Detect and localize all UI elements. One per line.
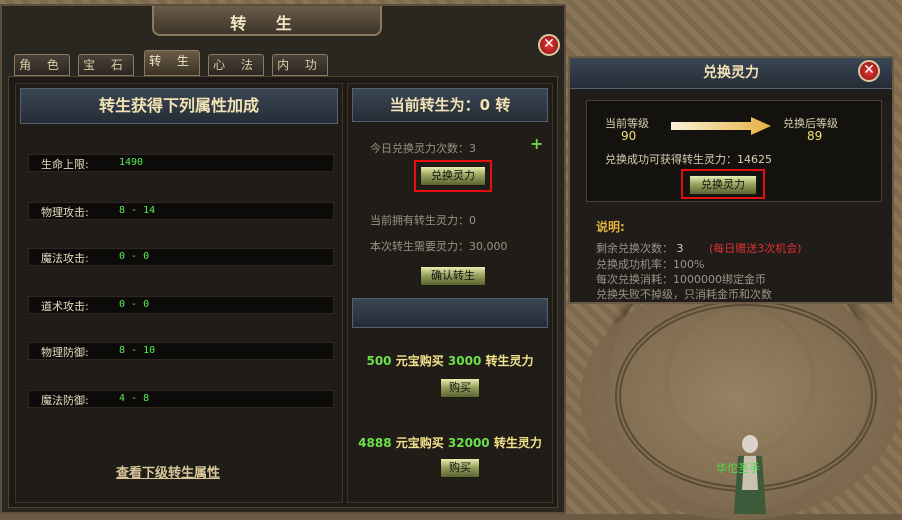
attr-label: 魔法防御: [41,394,89,407]
success-rate-line: 兑换成功机率：100% [596,258,705,271]
add-icon[interactable]: + [530,134,543,153]
tab-inner-skill[interactable]: 内 功 [272,54,328,76]
offer-line-2: 4888 元宝购买 32000 转生灵力 [348,434,552,451]
buy-button-2[interactable]: 购买 [440,458,480,478]
exchange-gain-text: 兑换成功可获得转生灵力：14625 [605,153,772,166]
window-title: 转 生 [230,14,304,33]
offer-text: 转生灵力 [481,354,534,368]
attribute-panel-header: 转生获得下列属性加成 [20,88,338,124]
current-level-value: 90 [621,129,637,143]
content-area: 转生获得下列属性加成 生命上限: 1490 物理攻击: 8 - 14 魔法攻击:… [8,76,558,508]
attr-row-phys-attack: 物理攻击: 8 - 14 [28,202,334,220]
attr-value: 0 - 0 [119,251,150,262]
attr-row-magic-attack: 魔法攻击: 0 - 0 [28,248,334,266]
tab-mind-method[interactable]: 心 法 [208,54,264,76]
dialog-title[interactable]: 兑换灵力 [570,58,892,89]
attr-label: 道术攻击: [41,300,89,313]
rebirth-panel: 当前转生为：0 转 今日兑换灵力次数：3 + 兑换灵力 当前拥有转生灵力：0 本… [347,83,553,503]
tab-rebirth[interactable]: 转 生 [144,50,200,76]
remaining-value: 3 [676,242,684,255]
exchange-power-dialog: 兑换灵力 ✕ 当前等级 90 兑换后等级 89 兑换成功可获得转生灵力：1462… [568,56,894,304]
attr-label: 物理防御: [41,346,89,359]
after-level-value: 89 [807,129,823,143]
window-title-bar[interactable]: 转 生 [152,6,382,36]
yuanbao-amount: 4888 [358,436,392,450]
notes-title: 说明: [596,220,625,234]
dialog-exchange-button[interactable]: 兑换灵力 [689,175,757,195]
daily-exchange-count: 今日兑换灵力次数：3 [370,142,476,155]
attr-row-hp: 生命上限: 1490 [28,154,334,172]
remaining-label: 剩余兑换次数： [596,242,673,255]
offer-line-1: 500 元宝购买 3000 转生灵力 [348,352,552,369]
confirm-rebirth-button[interactable]: 确认转生 [420,266,486,286]
attr-label: 生命上限: [41,158,89,171]
attr-value: 0 - 0 [119,299,150,310]
fail-line: 兑换失败不掉级，只消耗金币和次数 [596,288,772,301]
attr-value: 8 - 14 [119,205,156,216]
owned-power-text: 当前拥有转生灵力：0 [370,214,476,227]
attr-value: 8 - 10 [119,345,156,356]
power-amount: 3000 [447,354,482,368]
close-icon[interactable]: ✕ [538,34,560,56]
exchange-power-button[interactable]: 兑换灵力 [420,166,486,186]
attr-value: 1490 [119,157,144,168]
attr-label: 物理攻击: [41,206,89,219]
dialog-close-icon[interactable]: ✕ [858,60,880,82]
offer-text: 元宝购买 [391,354,448,368]
remaining-count-line: 剩余兑换次数： 3 (每日赠送3次机会) [596,240,802,256]
rebirth-window: 转 生 ✕ 角 色 宝 石 转 生 心 法 内 功 转生获得下列属性加成 生命上… [0,4,566,514]
npc-name[interactable]: 华佗圣手 [716,460,760,476]
current-rebirth-header: 当前转生为：0 转 [352,88,548,122]
tab-character[interactable]: 角 色 [14,54,70,76]
cost-line: 每次兑换消耗：1000000绑定金币 [596,273,766,286]
daily-bonus-note: (每日赠送3次机会) [709,242,802,255]
attr-row-tao-attack: 道术攻击: 0 - 0 [28,296,334,314]
arrow-right-icon [671,117,771,135]
next-level-attributes-link[interactable]: 查看下级转生属性 [116,462,220,481]
attribute-panel: 转生获得下列属性加成 生命上限: 1490 物理攻击: 8 - 14 魔法攻击:… [15,83,343,503]
section-divider [352,298,548,328]
attr-value: 4 - 8 [119,393,150,404]
buy-button-1[interactable]: 购买 [440,378,480,398]
attr-label: 魔法攻击: [41,252,89,265]
offer-text: 转生灵力 [489,436,542,450]
yuanbao-amount: 500 [366,354,392,368]
required-power-text: 本次转生需要灵力：30,000 [370,240,508,253]
power-amount: 32000 [447,436,490,450]
exchange-info-box: 当前等级 90 兑换后等级 89 兑换成功可获得转生灵力：14625 兑换灵力 [586,100,882,202]
offer-text: 元宝购买 [391,436,448,450]
attr-row-magic-defense: 魔法防御: 4 - 8 [28,390,334,408]
tab-gems[interactable]: 宝 石 [78,54,134,76]
attr-row-phys-defense: 物理防御: 8 - 10 [28,342,334,360]
